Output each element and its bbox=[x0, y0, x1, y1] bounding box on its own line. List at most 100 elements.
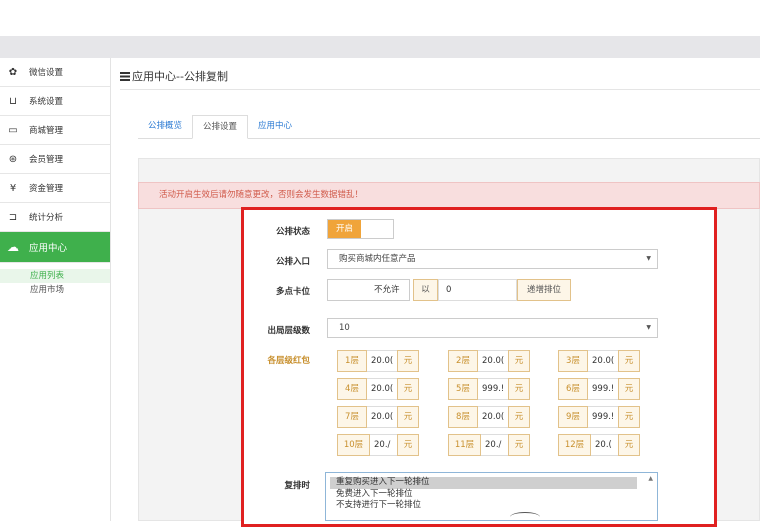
layer-value-input[interactable]: 20./ bbox=[370, 434, 397, 456]
sidebar-item-wechat[interactable]: ✿ 微信设置 bbox=[0, 58, 110, 87]
layer-value-input[interactable]: 20.0( bbox=[478, 406, 508, 428]
exit-level-select[interactable]: 10 ▼ bbox=[327, 318, 658, 338]
multi-by-addon: 以 bbox=[413, 279, 438, 301]
status-label: 公排状态 bbox=[275, 227, 310, 237]
layer-field: 9层 999.! 元 bbox=[558, 406, 650, 428]
money-icon: ¥ bbox=[9, 182, 17, 194]
stats-icon: ⊐ bbox=[8, 211, 18, 223]
sidebar-item-app-center[interactable]: ☁ 应用中心 bbox=[0, 232, 110, 263]
layer-name: 10层 bbox=[337, 434, 370, 456]
entry-select-value: 购买商城内任意产品 bbox=[339, 254, 416, 264]
cloud-icon: ☁ bbox=[7, 240, 19, 254]
tab-settings[interactable]: 公排设置 bbox=[192, 115, 249, 139]
layer-field: 12层 20.( 元 bbox=[558, 434, 650, 456]
chevron-down-icon: ▼ bbox=[646, 324, 651, 331]
layer-unit: 元 bbox=[397, 434, 419, 456]
sidebar-subitem-app-market[interactable]: 应用市场 bbox=[0, 283, 110, 297]
sidebar-item-funds[interactable]: ¥ 资金管理 bbox=[0, 174, 110, 203]
repeat-label: 复排时 bbox=[284, 481, 310, 491]
layer-name: 3层 bbox=[558, 350, 588, 372]
sidebar-item-store[interactable]: ▭ 商城管理 bbox=[0, 116, 110, 145]
layer-unit: 元 bbox=[618, 406, 640, 428]
exit-label: 出局层级数 bbox=[267, 326, 310, 336]
status-toggle[interactable]: 开启 bbox=[327, 219, 394, 239]
layer-field: 7层 20.0( 元 bbox=[337, 406, 429, 428]
top-blank bbox=[0, 0, 760, 36]
list-icon bbox=[120, 71, 130, 81]
layer-unit: 元 bbox=[618, 350, 640, 372]
gear-icon: ✿ bbox=[8, 66, 18, 78]
layer-value-input[interactable]: 20.0( bbox=[588, 350, 618, 372]
layer-value-input[interactable]: 20.0( bbox=[367, 406, 397, 428]
store-icon: ▭ bbox=[8, 124, 18, 136]
layer-value-input[interactable]: 20.0( bbox=[367, 350, 397, 372]
toggle-on-label: 开启 bbox=[328, 220, 361, 238]
layer-field: 10层 20./ 元 bbox=[337, 434, 429, 456]
layer-field: 1层 20.0( 元 bbox=[337, 350, 429, 372]
sidebar-item-system[interactable]: ⊔ 系统设置 bbox=[0, 87, 110, 116]
layer-value-input[interactable]: 20./ bbox=[481, 434, 508, 456]
multi-toggle[interactable]: 不允许 bbox=[327, 279, 410, 301]
tab-bar: 公排概览 公排设置 应用中心 bbox=[138, 115, 760, 139]
repeat-listbox[interactable]: 重复购买进入下一轮排位 免费进入下一轮排位 不支持进行下一轮排位 ▲ bbox=[325, 472, 658, 521]
page-title: 应用中心--公排复制 bbox=[120, 68, 228, 84]
layer-unit: 元 bbox=[397, 378, 419, 400]
layer-field: 8层 20.0( 元 bbox=[448, 406, 540, 428]
layer-value-input[interactable]: 20.( bbox=[591, 434, 618, 456]
multi-off-label: 不允许 bbox=[374, 285, 400, 295]
layer-name: 5层 bbox=[448, 378, 478, 400]
layer-unit: 元 bbox=[618, 378, 640, 400]
layer-unit: 元 bbox=[508, 406, 530, 428]
layer-unit: 元 bbox=[508, 350, 530, 372]
layer-name: 1层 bbox=[337, 350, 367, 372]
repeat-option[interactable]: 重复购买进入下一轮排位 bbox=[330, 477, 637, 489]
layer-field: 5层 999.! 元 bbox=[448, 378, 540, 400]
sidebar-item-label: 统计分析 bbox=[29, 213, 64, 223]
sidebar-item-label: 商城管理 bbox=[29, 126, 64, 136]
layer-unit: 元 bbox=[508, 378, 530, 400]
multi-suffix-addon: 递增排位 bbox=[517, 279, 571, 301]
layer-name: 11层 bbox=[448, 434, 481, 456]
top-bar bbox=[0, 36, 760, 58]
exit-level-value: 10 bbox=[339, 323, 350, 333]
redpack-label: 各层级红包 bbox=[267, 356, 310, 366]
page-title-text: 应用中心--公排复制 bbox=[132, 70, 228, 83]
sidebar-item-stats[interactable]: ⊐ 统计分析 bbox=[0, 203, 110, 232]
repeat-option[interactable]: 免费进入下一轮排位 bbox=[326, 489, 657, 501]
sidebar-item-label: 会员管理 bbox=[29, 155, 64, 165]
member-icon: ⊛ bbox=[8, 153, 18, 165]
sidebar-item-label: 系统设置 bbox=[29, 97, 64, 107]
monitor-icon: ⊔ bbox=[9, 95, 17, 107]
multi-step-input[interactable]: 0 bbox=[438, 279, 517, 301]
layer-value-input[interactable]: 999.! bbox=[478, 378, 508, 400]
divider bbox=[120, 89, 760, 90]
sidebar-subitem-app-list[interactable]: 应用列表 bbox=[0, 269, 110, 283]
sidebar-submenu: 应用列表 应用市场 bbox=[0, 263, 110, 297]
layer-name: 8层 bbox=[448, 406, 478, 428]
tab-overview[interactable]: 公排概览 bbox=[138, 115, 192, 139]
layer-value-input[interactable]: 999.! bbox=[588, 406, 618, 428]
layer-name: 6层 bbox=[558, 378, 588, 400]
sidebar-item-label: 应用中心 bbox=[29, 243, 68, 254]
warning-alert: 活动开启生效后请勿随意更改，否则会发生数据错乱！ bbox=[138, 182, 760, 209]
layer-name: 2层 bbox=[448, 350, 478, 372]
repeat-option[interactable]: 不支持进行下一轮排位 bbox=[326, 500, 657, 512]
layer-value-input[interactable]: 999.! bbox=[588, 378, 618, 400]
layer-unit: 元 bbox=[397, 406, 419, 428]
entry-label: 公排入口 bbox=[275, 257, 310, 267]
entry-select[interactable]: 购买商城内任意产品 ▼ bbox=[327, 249, 658, 269]
layer-value-input[interactable]: 20.0( bbox=[367, 378, 397, 400]
layer-field: 11层 20./ 元 bbox=[448, 434, 540, 456]
layer-unit: 元 bbox=[508, 434, 530, 456]
tab-app-center[interactable]: 应用中心 bbox=[248, 115, 302, 139]
layer-name: 7层 bbox=[337, 406, 367, 428]
sidebar-item-label: 资金管理 bbox=[29, 184, 64, 194]
layer-field: 6层 999.! 元 bbox=[558, 378, 650, 400]
layer-field: 2层 20.0( 元 bbox=[448, 350, 540, 372]
layer-value-input[interactable]: 20.0( bbox=[478, 350, 508, 372]
sidebar-item-label: 微信设置 bbox=[29, 68, 64, 78]
scroll-up-icon[interactable]: ▲ bbox=[648, 475, 653, 482]
layer-unit: 元 bbox=[397, 350, 419, 372]
sidebar-item-members[interactable]: ⊛ 会员管理 bbox=[0, 145, 110, 174]
chevron-down-icon: ▼ bbox=[646, 255, 651, 262]
